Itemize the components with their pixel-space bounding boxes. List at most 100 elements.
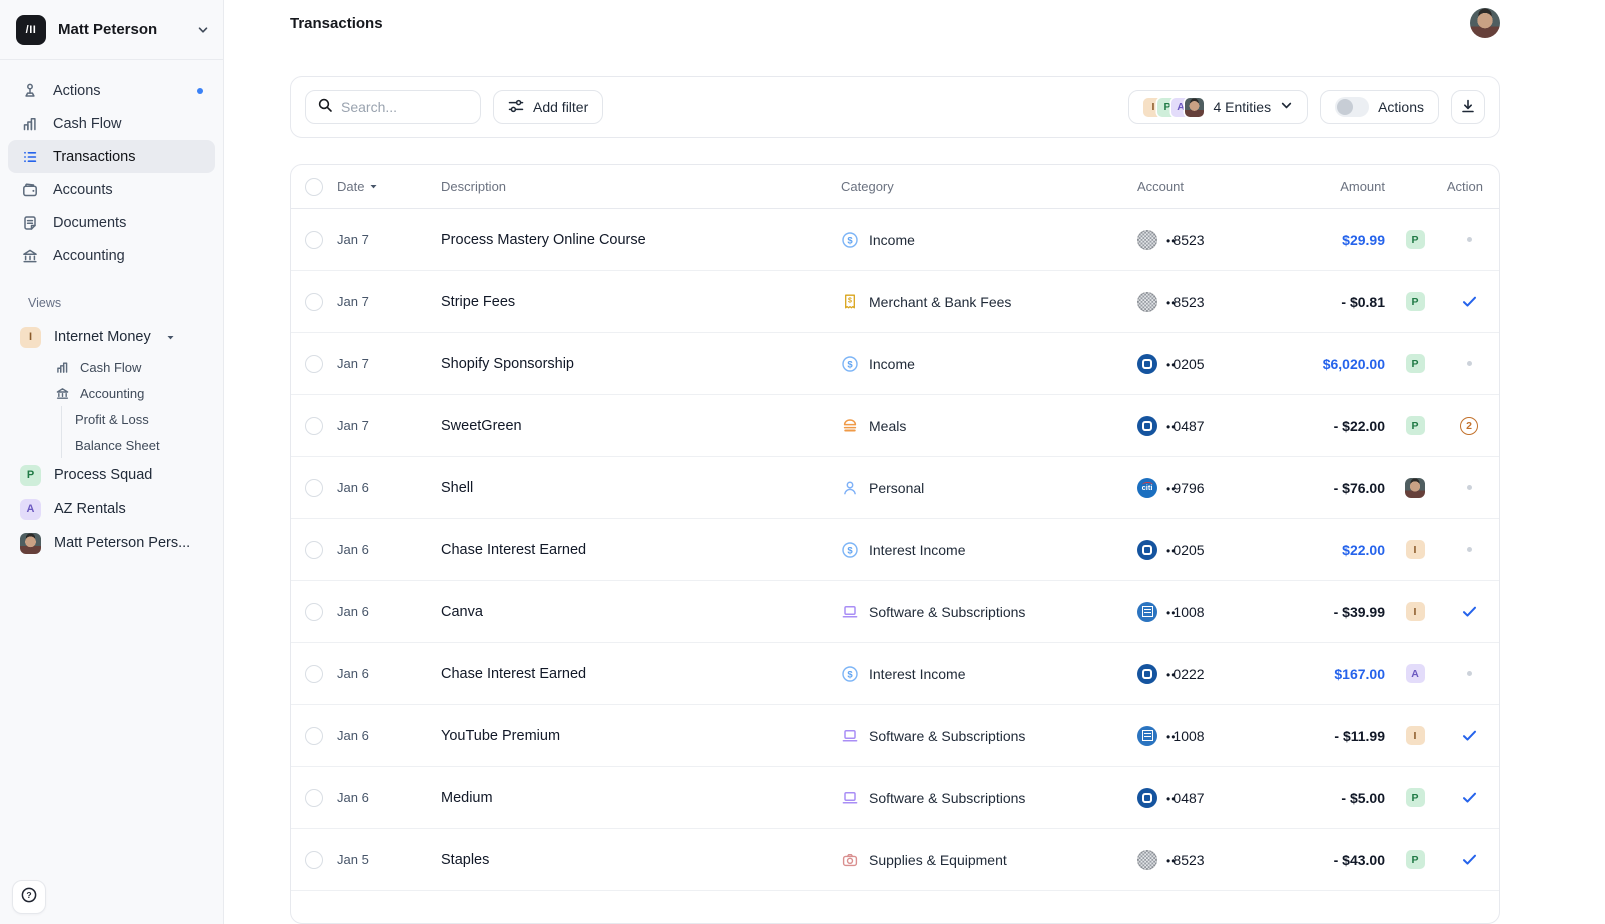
column-header-amount[interactable]: Amount	[1251, 179, 1391, 194]
transaction-category[interactable]: Software & Subscriptions	[841, 789, 1123, 807]
bank-logo-chase	[1137, 540, 1157, 560]
sidebar-entity-internet-money[interactable]: I Internet Money	[8, 320, 215, 354]
reviewed-check-icon[interactable]	[1461, 789, 1478, 806]
status-dot-icon[interactable]	[1467, 237, 1472, 242]
download-button[interactable]	[1451, 90, 1485, 124]
row-checkbox[interactable]	[305, 789, 323, 807]
table-row[interactable]: Jan 6Chase Interest Earned$Interest Inco…	[291, 643, 1499, 705]
row-checkbox[interactable]	[305, 603, 323, 621]
top-bar: Transactions	[224, 0, 1605, 46]
table-row[interactable]: Jan 7Shopify Sponsorship$Income••0205$6,…	[291, 333, 1499, 395]
transaction-description: YouTube Premium	[441, 728, 841, 744]
bank-logo-amex	[1137, 602, 1157, 622]
actions-toggle-button[interactable]: Actions	[1320, 90, 1439, 124]
entities-label: 4 Entities	[1213, 99, 1271, 115]
account-number: 9796	[1173, 480, 1204, 496]
sidebar-entity-process-squad[interactable]: P Process Squad	[8, 458, 215, 492]
list-icon	[20, 148, 40, 166]
pending-count-badge[interactable]: 2	[1460, 417, 1478, 435]
search-box[interactable]	[305, 90, 481, 124]
user-avatar[interactable]	[1470, 8, 1500, 38]
workspace-switcher[interactable]: /II Matt Peterson	[0, 0, 223, 60]
table-row[interactable]: Jan 7SweetGreenMeals••0487- $22.00P2	[291, 395, 1499, 457]
transaction-category[interactable]: Software & Subscriptions	[841, 603, 1123, 621]
row-checkbox[interactable]	[305, 355, 323, 373]
sidebar-item-actions[interactable]: Actions	[8, 74, 215, 107]
transaction-category[interactable]: Supplies & Equipment	[841, 851, 1123, 869]
sidebar-entity-az-rentals[interactable]: A AZ Rentals	[8, 492, 215, 526]
category-label: Personal	[869, 480, 924, 496]
sidebar-item-documents[interactable]: Documents	[8, 206, 215, 239]
row-checkbox[interactable]	[305, 665, 323, 683]
sidebar-item-accounts[interactable]: Accounts	[8, 173, 215, 206]
entities-selector[interactable]: I P A 4 Entities	[1128, 90, 1308, 124]
reviewed-check-icon[interactable]	[1461, 293, 1478, 310]
help-button[interactable]: ?	[12, 880, 46, 914]
table-row[interactable]: Jan 6ShellPersonalciti••9796- $76.00	[291, 457, 1499, 519]
transaction-description: Medium	[441, 790, 841, 806]
column-header-description[interactable]: Description	[441, 179, 841, 194]
select-all-checkbox[interactable]	[305, 178, 323, 196]
transaction-category[interactable]: $Income	[841, 231, 1123, 249]
status-dot-icon[interactable]	[1467, 361, 1472, 366]
table-row[interactable]: Jan 7Stripe Fees$Merchant & Bank Fees••8…	[291, 271, 1499, 333]
transaction-category[interactable]: $Income	[841, 355, 1123, 373]
search-input[interactable]	[341, 99, 469, 115]
transaction-date: Jan 6	[337, 790, 441, 805]
table-row[interactable]: Jan 7Process Mastery Online Course$Incom…	[291, 209, 1499, 271]
workspace-name: Matt Peterson	[58, 21, 185, 38]
category-label: Software & Subscriptions	[869, 728, 1025, 744]
row-checkbox[interactable]	[305, 231, 323, 249]
table-row[interactable]: Jan 6YouTube PremiumSoftware & Subscript…	[291, 705, 1499, 767]
transaction-category[interactable]: Meals	[841, 417, 1123, 435]
sidebar-subitem-accounting[interactable]: Accounting	[54, 380, 215, 406]
table-row[interactable]: Jan 5StaplesSupplies & Equipment••8523- …	[291, 829, 1499, 891]
transaction-date: Jan 7	[337, 418, 441, 433]
add-filter-button[interactable]: Add filter	[493, 90, 603, 124]
row-checkbox[interactable]	[305, 727, 323, 745]
transaction-category[interactable]: $Interest Income	[841, 541, 1123, 559]
sidebar-item-transactions[interactable]: Transactions	[8, 140, 215, 173]
sidebar-item-label: Transactions	[53, 149, 135, 165]
entity-badge: I	[1406, 726, 1425, 745]
account-number: 8523	[1173, 294, 1204, 310]
sidebar-entity-personal[interactable]: Matt Peterson Pers...	[8, 526, 215, 560]
row-checkbox[interactable]	[305, 417, 323, 435]
row-checkbox[interactable]	[305, 541, 323, 559]
transaction-category[interactable]: Software & Subscriptions	[841, 727, 1123, 745]
sidebar-subitem-label: Accounting	[80, 386, 144, 401]
sidebar-item-cash-flow[interactable]: Cash Flow	[8, 107, 215, 140]
status-dot-icon[interactable]	[1467, 547, 1472, 552]
row-checkbox[interactable]	[305, 293, 323, 311]
transaction-category[interactable]: $Merchant & Bank Fees	[841, 293, 1123, 311]
row-checkbox[interactable]	[305, 479, 323, 497]
personal-category-icon	[841, 479, 859, 497]
sidebar-item-accounting[interactable]: Accounting	[8, 239, 215, 272]
sidebar-subpage-balance-sheet[interactable]: Balance Sheet	[75, 432, 215, 458]
sidebar-subpage-profit-loss[interactable]: Profit & Loss	[75, 406, 215, 432]
account-number: 0205	[1173, 542, 1204, 558]
account-number: 0487	[1173, 790, 1204, 806]
status-dot-icon[interactable]	[1467, 485, 1472, 490]
reviewed-check-icon[interactable]	[1461, 727, 1478, 744]
status-dot-icon[interactable]	[1467, 671, 1472, 676]
reviewed-check-icon[interactable]	[1461, 851, 1478, 868]
column-header-category[interactable]: Category	[841, 179, 1123, 194]
column-header-action[interactable]: Action	[1439, 179, 1499, 194]
column-header-account[interactable]: Account	[1123, 179, 1251, 194]
sidebar-subitem-cash-flow[interactable]: Cash Flow	[54, 354, 215, 380]
account-number: 8523	[1173, 232, 1204, 248]
bank-logo-generic	[1137, 230, 1157, 250]
actions-toggle[interactable]	[1335, 97, 1369, 117]
transaction-category[interactable]: Personal	[841, 479, 1123, 497]
transaction-amount: - $39.99	[1251, 604, 1391, 620]
transaction-category[interactable]: $Interest Income	[841, 665, 1123, 683]
table-row[interactable]: Jan 6MediumSoftware & Subscriptions••048…	[291, 767, 1499, 829]
table-row[interactable]: Jan 6Chase Interest Earned$Interest Inco…	[291, 519, 1499, 581]
sidebar-item-label: Accounts	[53, 182, 113, 198]
column-header-date[interactable]: Date	[337, 179, 441, 194]
row-checkbox[interactable]	[305, 851, 323, 869]
reviewed-check-icon[interactable]	[1461, 603, 1478, 620]
transaction-account: citi••9796	[1123, 478, 1251, 498]
table-row[interactable]: Jan 6CanvaSoftware & Subscriptions••1008…	[291, 581, 1499, 643]
